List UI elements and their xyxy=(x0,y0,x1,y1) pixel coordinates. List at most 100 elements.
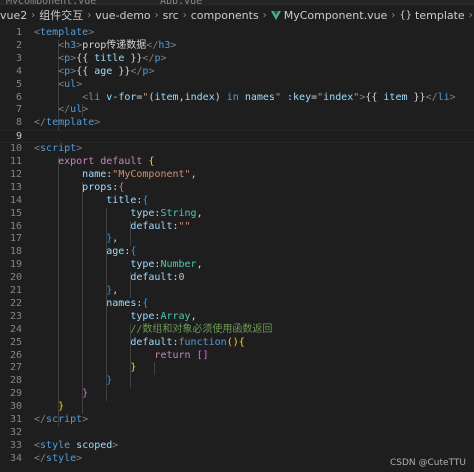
code-line[interactable]: 26 return [] xyxy=(0,350,474,363)
line-number: 32 xyxy=(9,426,22,438)
breadcrumb-components[interactable]: components xyxy=(191,9,259,22)
code-line[interactable]: 6 <li v-for="(item,index) in names" :key… xyxy=(0,92,474,105)
line-number: 8 xyxy=(15,117,22,129)
code-line[interactable]: 2 <h3>prop传递数据</h3> xyxy=(0,40,474,53)
breadcrumb-file[interactable]: MyComponent.vue xyxy=(270,8,388,22)
code-line[interactable]: 27 } xyxy=(0,362,474,375)
code-line[interactable]: 7 </ul> xyxy=(0,104,474,117)
code-token: index xyxy=(184,91,215,103)
line-number: 24 xyxy=(9,323,22,335)
tab-mycomponent[interactable]: MyComponent.vue xyxy=(6,0,136,4)
code-token: </ xyxy=(425,91,438,103)
code-line[interactable]: 17 }, xyxy=(0,233,474,246)
code-line[interactable]: 31 </script> xyxy=(0,414,474,427)
tab-app[interactable]: App.vue xyxy=(160,0,220,4)
breadcrumb-src[interactable]: src xyxy=(163,9,179,22)
code-token: type xyxy=(130,207,155,219)
code-line[interactable]: 3 <p>{{ title }}</p> xyxy=(0,53,474,66)
chevron-right-icon: › xyxy=(468,9,473,21)
code-token: type xyxy=(130,310,155,322)
code-editor[interactable]: 1 <template> 2 <h3>prop传递数据</h3> 3 <p>{{ ti… xyxy=(0,25,474,472)
code-line[interactable]: 11 export default { xyxy=(0,156,474,169)
code-token: </ xyxy=(34,414,47,425)
breadcrumb-template[interactable]: {} template xyxy=(399,9,464,22)
code-token: template xyxy=(46,117,95,129)
code-line[interactable]: 21 }, xyxy=(0,285,474,298)
line-number: 27 xyxy=(9,362,22,374)
code-token: { xyxy=(238,336,245,348)
code-token: li xyxy=(437,91,450,103)
code-token: {{ xyxy=(76,65,95,77)
line-number: 2 xyxy=(15,39,22,51)
code-line[interactable]: 29 } xyxy=(0,388,474,401)
code-token: "MyComponent" xyxy=(112,168,191,180)
code-token: } xyxy=(82,388,89,400)
code-text: <p>{{ age }}</p> xyxy=(34,66,154,79)
code-line[interactable]: 24 //数组和对象必须使用函数返回 xyxy=(0,324,474,337)
code-token: scoped xyxy=(76,439,113,451)
code-token: </ xyxy=(142,52,155,64)
vue-file-icon xyxy=(270,10,281,20)
code-text: export default { xyxy=(34,156,154,169)
code-token: :key xyxy=(287,91,312,103)
code-text: } xyxy=(34,401,64,414)
code-token: , xyxy=(196,259,203,271)
code-token: {{ xyxy=(365,91,384,103)
code-token: default xyxy=(130,336,173,348)
code-line[interactable]: 9 xyxy=(0,130,474,144)
code-token: h3 xyxy=(158,39,171,51)
line-number: 18 xyxy=(9,246,22,258)
watermark: CSDN @CuteTTU xyxy=(390,458,466,468)
code-line[interactable]: 10 <script> xyxy=(0,143,474,156)
line-number: 5 xyxy=(15,78,22,90)
code-token: > xyxy=(449,91,456,103)
code-text: <style scoped> xyxy=(34,440,118,453)
code-line[interactable]: 15 type:String, xyxy=(0,208,474,221)
code-text: names:{ xyxy=(34,298,148,311)
code-line[interactable]: 25 default:function(){ xyxy=(0,337,474,350)
code-line[interactable]: 28 } xyxy=(0,375,474,388)
code-line[interactable]: 22 names:{ xyxy=(0,298,474,311)
code-line[interactable]: 30 } xyxy=(0,401,474,414)
code-line[interactable]: 23 type:Array, xyxy=(0,311,474,324)
code-line[interactable]: 16 default:"" xyxy=(0,221,474,234)
code-line[interactable]: 18 age:{ xyxy=(0,246,474,259)
code-line[interactable]: 8 </template> xyxy=(0,117,474,130)
code-line[interactable]: 14 title:{ xyxy=(0,195,474,208)
line-number: 1 xyxy=(15,27,22,38)
code-token: //数组和对象必须使用函数返回 xyxy=(130,323,273,335)
code-token: default xyxy=(100,156,143,167)
code-token: }} xyxy=(407,91,426,103)
code-line[interactable]: 12 name:"MyComponent", xyxy=(0,169,474,182)
code-token: }} xyxy=(112,65,131,77)
code-token: template xyxy=(40,27,89,38)
code-line[interactable]: 5 <ul> xyxy=(0,79,474,92)
breadcrumb-folder[interactable]: 组件交互 xyxy=(39,7,83,23)
code-line[interactable]: 1 <template> xyxy=(0,27,474,40)
line-number: 29 xyxy=(9,388,22,400)
code-token: function xyxy=(178,336,227,348)
code-token: </ xyxy=(58,104,71,116)
code-line[interactable]: 19 type:Number, xyxy=(0,259,474,272)
code-line[interactable]: 4 <p>{{ age }}</p> xyxy=(0,66,474,79)
code-line[interactable]: 20 default:0 xyxy=(0,272,474,285)
code-line[interactable]: 13 props:{ xyxy=(0,182,474,195)
breadcrumb-project[interactable]: vue-demo xyxy=(95,9,150,22)
line-number: 25 xyxy=(9,336,22,348)
code-line[interactable]: 32 xyxy=(0,427,474,440)
code-token: index xyxy=(323,91,354,103)
code-token: } xyxy=(106,375,113,387)
code-line[interactable]: 33 <style scoped> xyxy=(0,440,474,453)
code-text: </ul> xyxy=(34,104,88,117)
code-token: , xyxy=(196,207,203,219)
code-token: } xyxy=(58,401,65,413)
breadcrumb-file-label: MyComponent.vue xyxy=(283,8,388,22)
code-token: Number xyxy=(160,259,197,271)
breadcrumb-root[interactable]: vue2 xyxy=(0,9,27,22)
